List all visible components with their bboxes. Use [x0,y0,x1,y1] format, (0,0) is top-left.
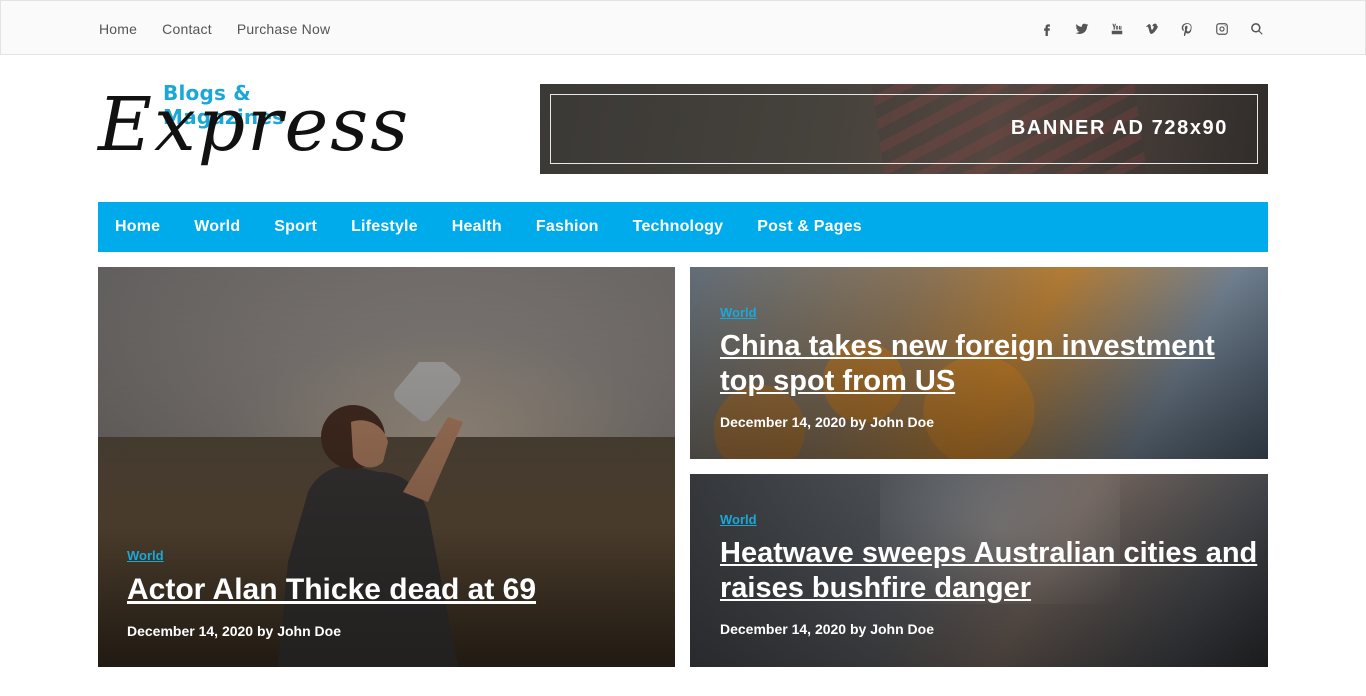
nav-item-world[interactable]: World [194,218,240,236]
top-link-contact[interactable]: Contact [162,21,212,37]
post-category[interactable]: World [127,548,164,563]
top-link-home[interactable]: Home [99,21,137,37]
social-icons [1037,1,1267,56]
youtube-icon[interactable] [1107,19,1127,39]
post-meta: December 14, 2020 by John Doe [720,414,934,430]
nav-item-home[interactable]: Home [115,218,160,236]
search-icon[interactable] [1247,19,1267,39]
nav-item-sport[interactable]: Sport [274,218,317,236]
logo-wordmark: Express [98,82,411,168]
post-category[interactable]: World [720,512,757,527]
main-nav: Home World Sport Lifestyle Health Fashio… [98,202,1268,252]
site-logo[interactable]: Blogs & Magazines Express [98,78,408,178]
banner-ad[interactable]: BANNER AD 728x90 [540,84,1268,174]
post-title[interactable]: China takes new foreign investment top s… [720,329,1240,400]
nav-item-post-pages[interactable]: Post & Pages [757,218,862,236]
post-card[interactable]: World China takes new foreign investment… [690,267,1268,459]
post-meta: December 14, 2020 by John Doe [127,623,341,639]
top-bar: Home Contact Purchase Now [0,0,1366,55]
banner-ad-text: BANNER AD 728x90 [1010,117,1228,139]
nav-item-lifestyle[interactable]: Lifestyle [351,218,418,236]
post-card[interactable]: World Heatwave sweeps Australian cities … [690,474,1268,667]
pinterest-icon[interactable] [1177,19,1197,39]
nav-item-health[interactable]: Health [452,218,502,236]
post-title[interactable]: Actor Alan Thicke dead at 69 [127,572,647,609]
twitter-icon[interactable] [1072,19,1092,39]
instagram-icon[interactable] [1212,19,1232,39]
post-meta: December 14, 2020 by John Doe [720,621,934,637]
nav-item-fashion[interactable]: Fashion [536,218,599,236]
post-category[interactable]: World [720,305,757,320]
nav-item-technology[interactable]: Technology [633,218,724,236]
facebook-icon[interactable] [1037,19,1057,39]
top-links: Home Contact Purchase Now [99,1,330,56]
post-title[interactable]: Heatwave sweeps Australian cities and ra… [720,536,1260,607]
top-link-purchase[interactable]: Purchase Now [237,21,330,37]
vimeo-icon[interactable] [1142,19,1162,39]
featured-post-card[interactable]: World Actor Alan Thicke dead at 69 Decem… [98,267,675,667]
